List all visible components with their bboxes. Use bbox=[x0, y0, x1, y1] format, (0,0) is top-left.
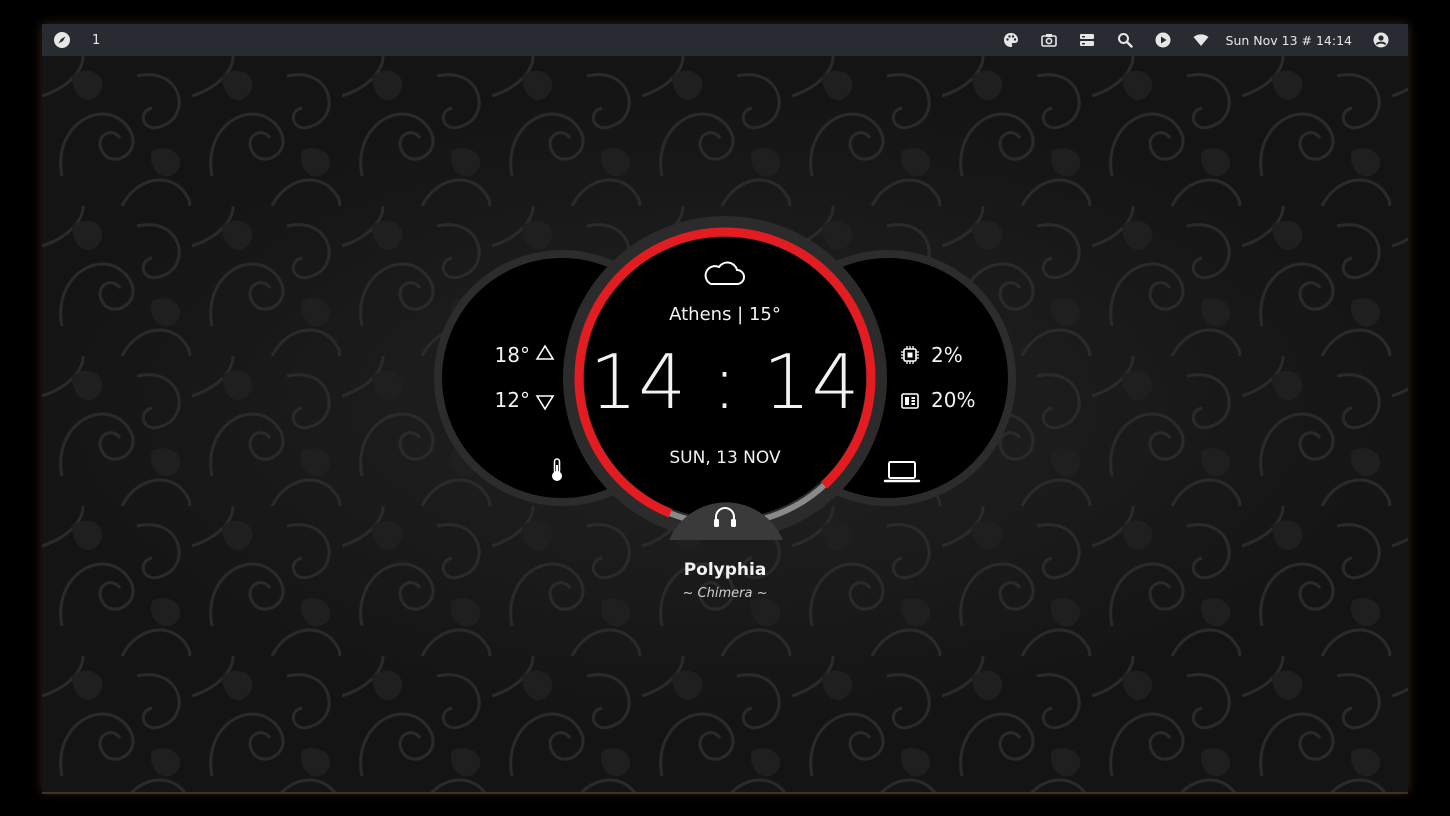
music-artist: Polyphia bbox=[683, 560, 767, 580]
temp-high: 18° bbox=[494, 343, 530, 367]
clock-widget: Athens | 15° 14 : 14 SUN, 13 NOV 18° 12°… bbox=[42, 24, 1408, 792]
memory-usage: 20% bbox=[931, 388, 976, 412]
clock-time: 14 : 14 bbox=[589, 338, 861, 426]
cpu-usage: 2% bbox=[931, 343, 963, 367]
temp-low: 12° bbox=[494, 388, 530, 412]
music-title: ~ Chimera ~ bbox=[682, 586, 768, 601]
clock-date: SUN, 13 NOV bbox=[669, 448, 781, 468]
desktop: 1 Sun Nov 13 # 14:14 Athens | 15° 14: 1… bbox=[42, 24, 1408, 792]
weather-location: Athens | 15° bbox=[669, 304, 781, 325]
